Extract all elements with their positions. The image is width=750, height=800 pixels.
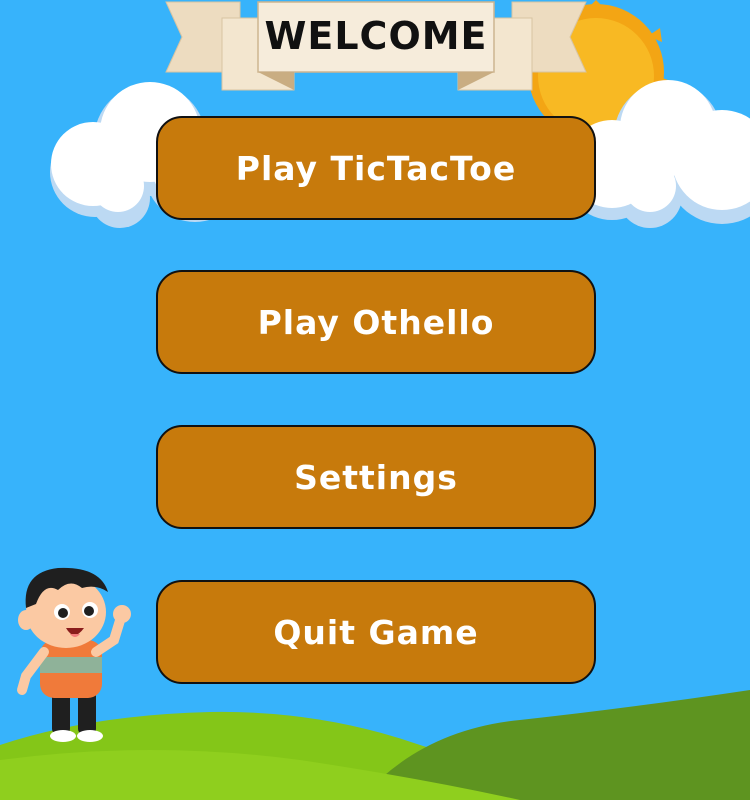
quit-game-button[interactable]: Quit Game: [156, 580, 596, 684]
game-screen: WELCOME Play TicTacToe Play Othello Sett…: [0, 0, 750, 800]
page-title: WELCOME: [264, 14, 488, 58]
grass-hills: [0, 690, 750, 800]
settings-button[interactable]: Settings: [156, 425, 596, 529]
boy-character: [17, 567, 131, 742]
play-tictactoe-button[interactable]: Play TicTacToe: [156, 116, 596, 220]
play-othello-button[interactable]: Play Othello: [156, 270, 596, 374]
